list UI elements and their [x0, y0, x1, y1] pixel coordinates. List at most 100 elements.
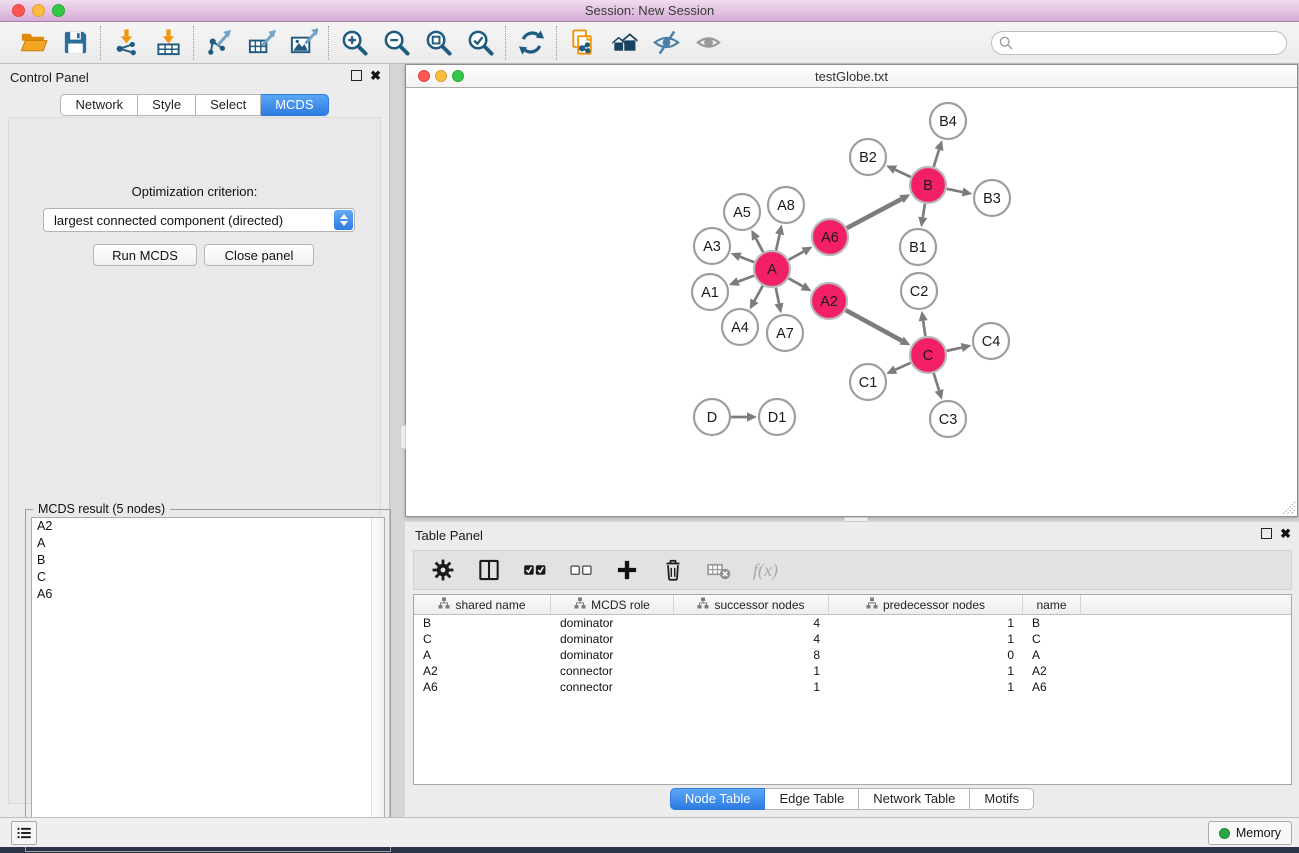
graph-node-A5[interactable]: A5 — [724, 194, 760, 230]
eye-icon[interactable] — [693, 28, 723, 58]
network-graph-canvas[interactable]: B4B2BB3A5A8A6A3B1AA1C2A2A4A7C4CC1C3DD1 — [406, 88, 1297, 516]
search-input[interactable] — [991, 31, 1287, 55]
delete-icon[interactable] — [660, 557, 686, 583]
table-cell[interactable]: dominator — [551, 631, 674, 647]
graph-node-B1[interactable]: B1 — [900, 229, 936, 265]
graph-node-D[interactable]: D — [694, 399, 730, 435]
task-history-button[interactable] — [11, 821, 37, 845]
export-image-icon[interactable] — [288, 28, 318, 58]
graph-node-A3[interactable]: A3 — [694, 228, 730, 264]
tab-mcds[interactable]: MCDS — [261, 94, 328, 116]
splitter-handle[interactable] — [400, 425, 406, 449]
gear-icon[interactable] — [430, 557, 456, 583]
mcds-result-item[interactable]: B — [32, 552, 384, 569]
table-cell[interactable]: connector — [551, 663, 674, 679]
zoom-in-icon[interactable] — [339, 28, 369, 58]
graph-edge-D-D1[interactable] — [731, 412, 757, 421]
table-cell[interactable]: dominator — [551, 615, 674, 631]
graph-edge-A2-C[interactable] — [846, 310, 911, 345]
table-cell[interactable]: 1 — [829, 615, 1023, 631]
tab-network[interactable]: Network — [60, 94, 138, 116]
table-cell[interactable]: B — [1023, 615, 1081, 631]
graph-node-B4[interactable]: B4 — [930, 103, 966, 139]
network-window-titlebar[interactable]: testGlobe.txt — [406, 65, 1297, 88]
home-icon[interactable] — [609, 28, 639, 58]
table-cell[interactable]: dominator — [551, 647, 674, 663]
run-mcds-button[interactable]: Run MCDS — [93, 244, 197, 266]
graph-node-B3[interactable]: B3 — [974, 180, 1010, 216]
table-row[interactable]: Cdominator41C — [414, 631, 1291, 647]
column-header-shared-name[interactable]: shared name — [414, 595, 551, 614]
table-cell[interactable]: 1 — [829, 679, 1023, 695]
refresh-icon[interactable] — [516, 28, 546, 58]
table-cell[interactable]: 1 — [829, 631, 1023, 647]
graph-node-A6[interactable]: A6 — [812, 219, 848, 255]
table-row[interactable]: A2connector11A2 — [414, 663, 1291, 679]
graph-node-C2[interactable]: C2 — [901, 273, 937, 309]
export-network-icon[interactable] — [204, 28, 234, 58]
add-icon[interactable] — [614, 557, 640, 583]
column-header-name[interactable]: name — [1023, 595, 1081, 614]
zoom-selected-icon[interactable] — [465, 28, 495, 58]
save-icon[interactable] — [60, 28, 90, 58]
criterion-dropdown[interactable]: largest connected component (directed) — [43, 208, 355, 232]
graph-node-D1[interactable]: D1 — [759, 399, 795, 435]
table-cell[interactable]: B — [414, 615, 551, 631]
tab-node-table[interactable]: Node Table — [670, 788, 766, 810]
graph-edge-C-C2[interactable] — [919, 311, 928, 336]
mcds-result-item[interactable]: A — [32, 535, 384, 552]
graph-node-C1[interactable]: C1 — [850, 364, 886, 400]
deselect-all-icon[interactable] — [568, 557, 594, 583]
table-cell[interactable]: A6 — [1023, 679, 1081, 695]
table-row[interactable]: Bdominator41B — [414, 615, 1291, 631]
table-cell[interactable]: 0 — [829, 647, 1023, 663]
tab-motifs[interactable]: Motifs — [970, 788, 1034, 810]
columns-icon[interactable] — [476, 557, 502, 583]
import-table-icon[interactable] — [153, 28, 183, 58]
table-cell[interactable]: 4 — [674, 615, 829, 631]
table-cell[interactable]: A — [414, 647, 551, 663]
table-cell[interactable]: connector — [551, 679, 674, 695]
graph-edge-B-B1[interactable] — [918, 204, 927, 227]
table-cell[interactable]: A2 — [1023, 663, 1081, 679]
table-cell[interactable]: A2 — [414, 663, 551, 679]
zoom-fit-icon[interactable] — [423, 28, 453, 58]
graph-node-A1[interactable]: A1 — [692, 274, 728, 310]
column-header-predecessor-nodes[interactable]: predecessor nodes — [829, 595, 1023, 614]
graph-node-A[interactable]: A — [754, 251, 790, 287]
table-row[interactable]: A6connector11A6 — [414, 679, 1291, 695]
graph-edge-B-B2[interactable] — [886, 165, 911, 177]
mcds-result-item[interactable]: C — [32, 569, 384, 586]
graph-node-C4[interactable]: C4 — [973, 323, 1009, 359]
table-cell[interactable]: A — [1023, 647, 1081, 663]
copy-network-icon[interactable] — [567, 28, 597, 58]
graph-edge-C-C1[interactable] — [886, 363, 910, 374]
graph-node-C[interactable]: C — [910, 337, 946, 373]
graph-edge-A-A6[interactable] — [789, 247, 813, 260]
graph-node-B2[interactable]: B2 — [850, 139, 886, 175]
graph-edge-A-A2[interactable] — [789, 278, 812, 291]
tab-edge-table[interactable]: Edge Table — [765, 788, 859, 810]
mcds-result-item[interactable]: A6 — [32, 586, 384, 603]
open-folder-icon[interactable] — [18, 28, 48, 58]
graph-edge-A-A1[interactable] — [729, 276, 754, 286]
graph-edge-C-C3[interactable] — [934, 373, 944, 400]
import-network-icon[interactable] — [111, 28, 141, 58]
graph-node-A8[interactable]: A8 — [768, 187, 804, 223]
select-all-icon[interactable] — [522, 557, 548, 583]
close-table-panel-icon[interactable]: ✖ — [1280, 528, 1291, 539]
graph-edge-B-B3[interactable] — [947, 188, 973, 197]
memory-button[interactable]: Memory — [1208, 821, 1292, 845]
table-cell[interactable]: 1 — [829, 663, 1023, 679]
table-cell[interactable]: A6 — [414, 679, 551, 695]
table-cell[interactable]: 4 — [674, 631, 829, 647]
float-table-panel-icon[interactable] — [1261, 528, 1272, 539]
graph-edge-A-A3[interactable] — [731, 252, 755, 262]
tab-network-table[interactable]: Network Table — [859, 788, 970, 810]
resize-grip-icon[interactable] — [1282, 501, 1296, 515]
graph-edge-A-A8[interactable] — [775, 225, 784, 251]
table-cell[interactable]: 8 — [674, 647, 829, 663]
column-header-successor-nodes[interactable]: successor nodes — [674, 595, 829, 614]
hide-eye-icon[interactable] — [651, 28, 681, 58]
mcds-result-item[interactable]: A2 — [32, 518, 384, 535]
